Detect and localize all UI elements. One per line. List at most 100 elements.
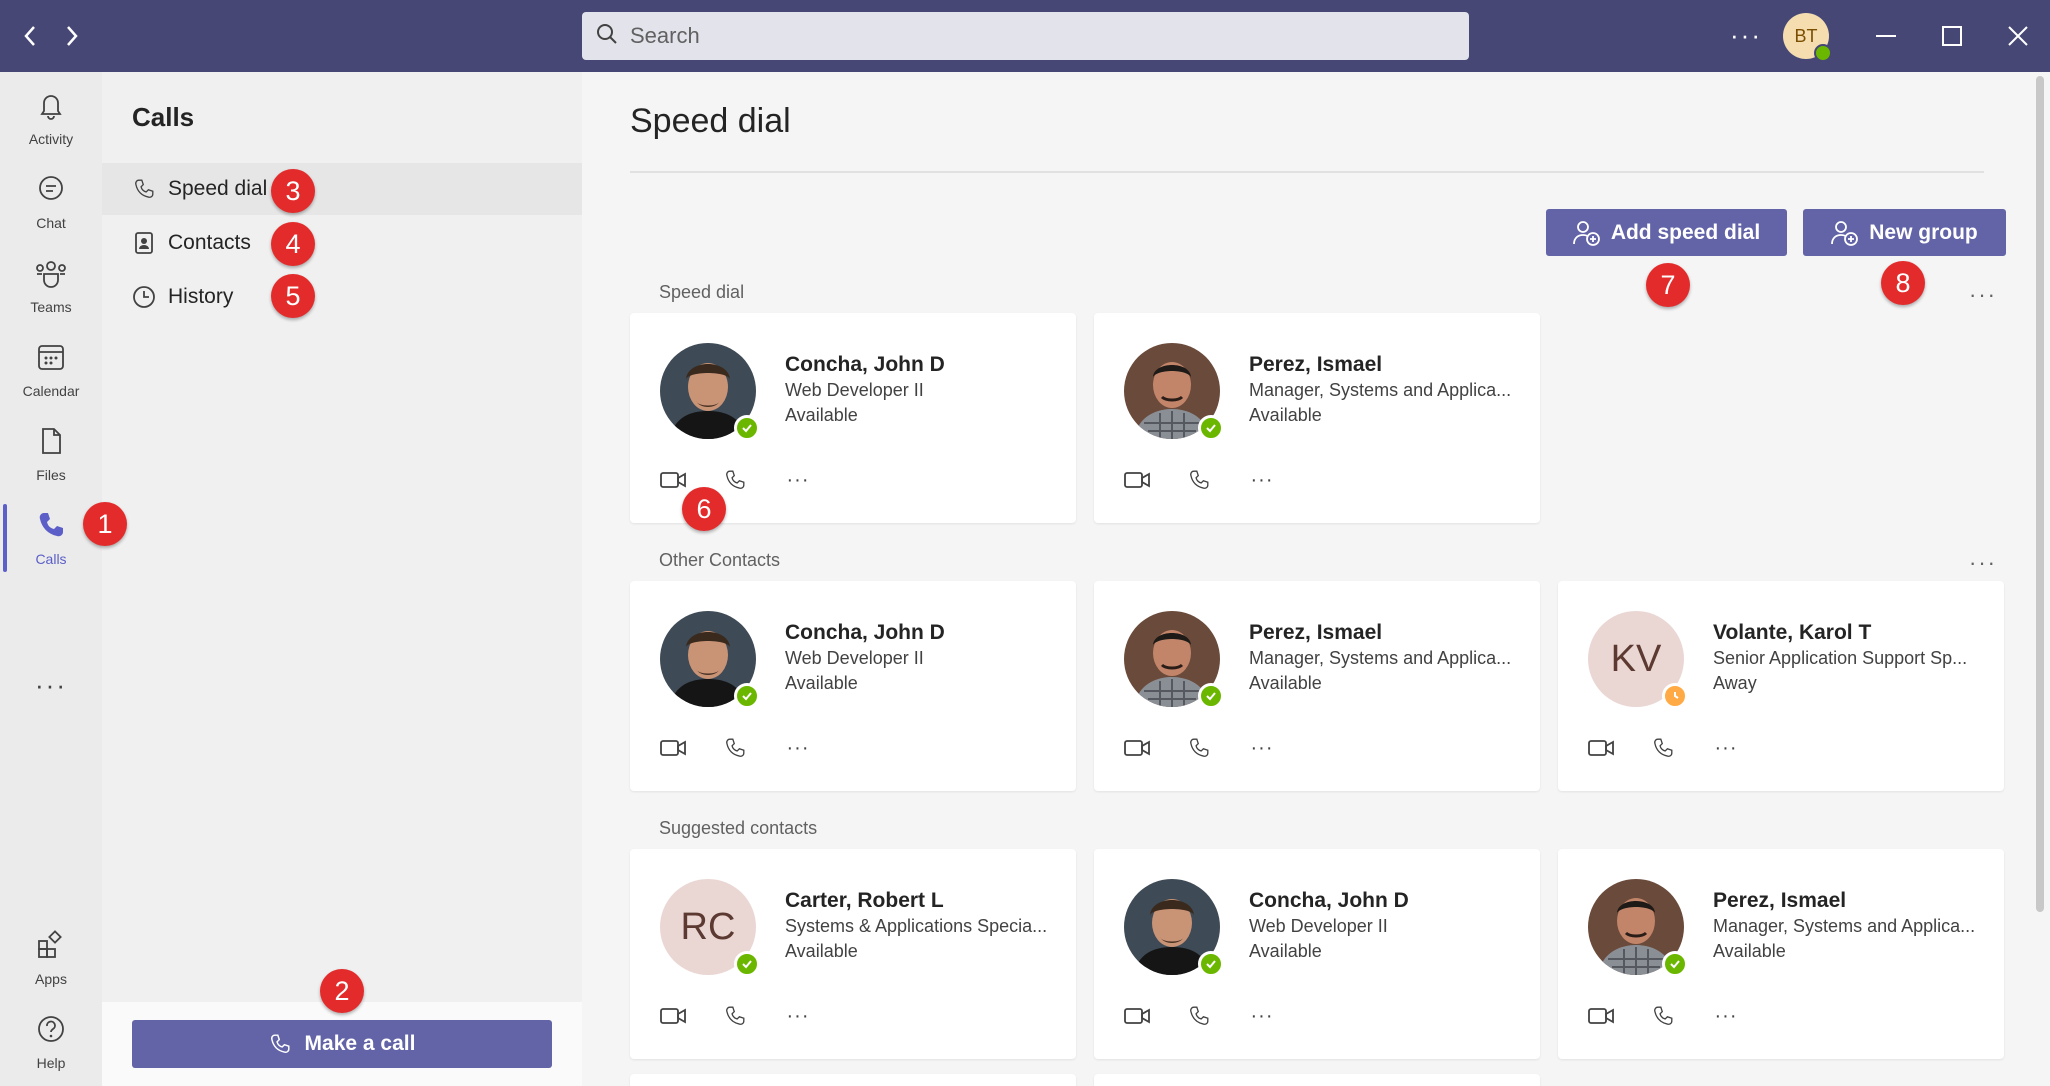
rail-teams[interactable]: Teams (0, 248, 102, 324)
panel-title: Calls (132, 102, 195, 132)
card-more-icon[interactable]: ··· (1247, 465, 1277, 495)
status-available-icon (1198, 415, 1224, 441)
rail-apps[interactable]: Apps (0, 920, 102, 996)
avatar[interactable]: RC (660, 879, 760, 977)
forward-arrow-icon[interactable] (54, 18, 90, 54)
rail-label: Calendar (22, 382, 80, 399)
avatar[interactable] (660, 343, 760, 441)
card-more-icon[interactable]: ··· (1711, 1001, 1741, 1031)
nav-contacts[interactable]: Contacts (102, 217, 582, 269)
nav-speed-dial[interactable]: Speed dial (102, 163, 582, 215)
audio-call-icon[interactable] (1184, 465, 1214, 495)
contact-name: Concha, John D (1249, 889, 1409, 912)
audio-call-icon[interactable] (1184, 1001, 1214, 1031)
apps-icon (36, 929, 66, 965)
video-call-icon[interactable] (1586, 733, 1616, 763)
video-call-icon[interactable] (658, 733, 688, 763)
nav-label: Contacts (168, 231, 251, 254)
video-call-icon[interactable] (658, 465, 688, 495)
rail-label: Apps (35, 970, 67, 987)
make-a-call-button[interactable]: Make a call (132, 1020, 552, 1068)
contact-status: Available (1713, 941, 1786, 961)
rail-chat[interactable]: Chat (0, 164, 102, 240)
video-call-icon[interactable] (1122, 465, 1152, 495)
contact-card[interactable]: Concha, John D Web Developer II Available ·… (1094, 849, 1540, 1059)
rail-help[interactable]: Help (0, 1004, 102, 1080)
contact-status: Available (1249, 405, 1322, 425)
minimize-icon[interactable] (1868, 18, 1904, 54)
section-more-icon[interactable]: ··· (1969, 550, 1997, 576)
maximize-icon[interactable] (1934, 18, 1970, 54)
new-group-button[interactable]: New group (1803, 209, 2006, 256)
more-options-icon[interactable]: ··· (1730, 20, 1762, 51)
contact-card[interactable]: KV Volante, Karol T Senior Application Sup… (1558, 581, 2004, 791)
status-available-icon (1662, 951, 1688, 977)
video-call-icon[interactable] (658, 1001, 688, 1031)
video-call-icon[interactable] (1586, 1001, 1616, 1031)
card-more-icon[interactable]: ··· (783, 1001, 813, 1031)
add-speed-dial-label: Add speed dial (1610, 220, 1761, 244)
contact-name: Perez, Ismael (1249, 353, 1383, 376)
search-input[interactable]: Search (582, 12, 1469, 60)
avatar[interactable] (1588, 879, 1688, 977)
title-bar: Search ··· BT (0, 0, 2050, 72)
contact-name: Concha, John D (785, 353, 945, 376)
audio-call-icon[interactable] (720, 465, 750, 495)
rail-label: Calls (35, 550, 67, 567)
scrollbar[interactable] (2036, 76, 2044, 912)
video-call-icon[interactable] (1122, 733, 1152, 763)
avatar[interactable] (1124, 879, 1224, 977)
audio-call-icon[interactable] (1648, 1001, 1678, 1031)
phone-icon (269, 1033, 291, 1055)
contact-role: Manager, Systems and Applica... (1249, 380, 1512, 400)
audio-call-icon[interactable] (720, 1001, 750, 1031)
card-more-icon[interactable]: ··· (1247, 733, 1277, 763)
contact-card[interactable]: Perez, Ismael Manager, Systems and Applic… (1094, 313, 1540, 523)
avatar[interactable] (660, 611, 760, 709)
avatar[interactable] (1124, 343, 1224, 441)
section-title-suggested-contacts: Suggested contacts (659, 818, 818, 838)
nav-history[interactable]: History (102, 271, 582, 323)
contact-card[interactable]: RC Carter, Robert L Systems & Applications… (630, 849, 1076, 1059)
avatar[interactable]: KV (1588, 611, 1688, 709)
contact-role: Web Developer II (1249, 916, 1388, 936)
close-icon[interactable] (2000, 18, 2036, 54)
avatar[interactable] (1124, 611, 1224, 709)
main-content: Speed dial Add speed dial New group Spee… (582, 72, 2050, 1086)
chat-icon (36, 174, 66, 209)
contact-card[interactable]: Perez, Ismael Manager, Systems and Applic… (1094, 581, 1540, 791)
user-avatar[interactable]: BT (1783, 13, 1832, 62)
card-more-icon[interactable]: ··· (1247, 1001, 1277, 1031)
section-more-icon[interactable]: ··· (1969, 282, 1997, 308)
contact-status: Available (785, 673, 858, 693)
card-more-icon[interactable]: ··· (1711, 733, 1741, 763)
rail-label: Files (36, 466, 66, 483)
contact-card[interactable]: Perez, Ismael Manager, Systems and Applic… (1558, 849, 2004, 1059)
video-call-icon[interactable] (1122, 1001, 1152, 1031)
card-more-icon[interactable]: ··· (783, 733, 813, 763)
card-more-icon[interactable]: ··· (783, 465, 813, 495)
rail-label: Chat (36, 214, 66, 231)
annotation-badge: 2 (320, 969, 364, 1013)
rail-files[interactable]: Files (0, 416, 102, 492)
annotation-badge: 6 (682, 487, 726, 531)
rail-activity[interactable]: Activity (0, 80, 102, 156)
contact-name: Carter, Robert L (785, 889, 944, 912)
status-available-icon (734, 415, 760, 441)
contact-card-partial (1094, 1074, 1540, 1086)
audio-call-icon[interactable] (720, 733, 750, 763)
contact-status: Away (1713, 673, 1757, 693)
contact-card[interactable]: Concha, John D Web Developer II Available ·… (630, 581, 1076, 791)
add-person-icon (1572, 220, 1601, 246)
add-speed-dial-button[interactable]: Add speed dial (1546, 209, 1787, 256)
audio-call-icon[interactable] (1184, 733, 1214, 763)
status-available-icon (1198, 683, 1224, 709)
contacts-icon (132, 231, 156, 255)
calendar-icon (36, 342, 66, 377)
search-placeholder: Search (630, 23, 700, 48)
contact-name: Perez, Ismael (1713, 889, 1847, 912)
back-arrow-icon[interactable] (12, 18, 48, 54)
more-apps-icon[interactable]: ··· (0, 670, 102, 701)
audio-call-icon[interactable] (1648, 733, 1678, 763)
rail-calendar[interactable]: Calendar (0, 332, 102, 408)
